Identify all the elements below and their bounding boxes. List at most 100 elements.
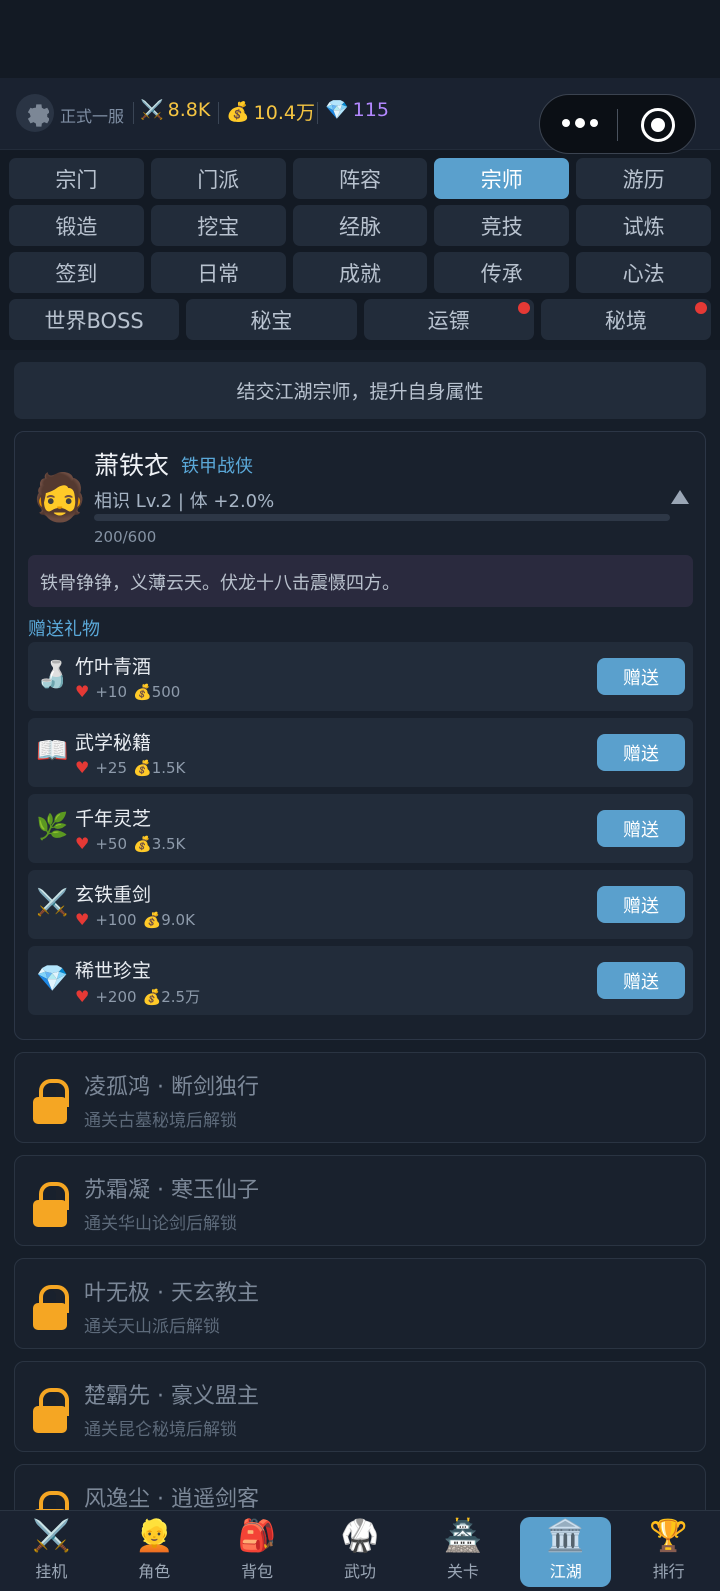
locked-master-card[interactable]: 苏霜凝 · 寒玉仙子 通关华山论剑后解锁 [14, 1155, 706, 1246]
tab-daily[interactable]: 日常 [150, 252, 286, 293]
gift-name: 竹叶青酒 [75, 656, 152, 678]
tab-inheritance[interactable]: 传承 [434, 252, 570, 293]
money-bag-icon: 💰 [142, 910, 162, 929]
gift-send-button[interactable]: 赠送 [597, 962, 685, 999]
tab-school[interactable]: 门派 [150, 158, 286, 199]
notification-dot [695, 302, 707, 314]
nav-ranking[interactable]: 🏆 排行 [617, 1511, 720, 1591]
tab-meridians[interactable]: 经脉 [292, 205, 428, 246]
miniprogram-capsule [539, 94, 696, 154]
collapse-caret-icon[interactable] [671, 490, 689, 504]
tab-dig-treasure[interactable]: 挖宝 [150, 205, 286, 246]
tab-achievements[interactable]: 成就 [292, 252, 428, 293]
nav-character[interactable]: 👱 角色 [103, 1511, 206, 1591]
gift-favor: +50 [95, 834, 127, 853]
nav-idle[interactable]: ⚔️ 挂机 [0, 1511, 103, 1591]
gift-cost: 2.5万 [161, 988, 201, 1006]
divider [317, 102, 318, 124]
tab-escort-label: 运镖 [427, 308, 470, 333]
nav-backpack[interactable]: 🎒 背包 [206, 1511, 309, 1591]
money-bag-icon: 💰 [133, 758, 152, 777]
gift-item: 📖 武学秘籍 ♥ +25 💰 1.5K 赠送 [28, 718, 693, 787]
unlock-condition: 通关古墓秘境后解锁 [84, 1111, 237, 1131]
tab-world-boss[interactable]: 世界BOSS [9, 299, 180, 340]
money-bag-icon: 💰 [226, 101, 250, 123]
gift-send-button[interactable]: 赠送 [597, 886, 685, 923]
crossed-swords-icon: ⚔️ [32, 1517, 71, 1554]
tab-trial[interactable]: 试炼 [576, 205, 711, 246]
master-level: 相识 Lv.2 | 体 +2.0% [94, 491, 275, 512]
locked-master-name: 凌孤鸿 · 断剑独行 [84, 1075, 259, 1100]
heart-icon: ♥ [75, 682, 90, 701]
nav-label: 角色 [138, 1561, 171, 1581]
nav-label: 排行 [652, 1561, 685, 1581]
notification-dot [517, 302, 530, 314]
herb-icon: 🌿 [36, 812, 69, 842]
tab-travel[interactable]: 游历 [576, 158, 711, 199]
heart-icon: ♥ [75, 834, 90, 853]
crossed-swords-icon: ⚔️ [36, 888, 69, 918]
heart-icon: ♥ [75, 758, 90, 777]
gift-stats: ♥ +10 💰 500 [75, 682, 180, 701]
tab-secret-treasure[interactable]: 秘宝 [186, 299, 357, 340]
bottom-nav: ⚔️ 挂机 👱 角色 🎒 背包 🥋 武功 🏯 关卡 🏛️ 江湖 🏆 排行 [0, 1510, 720, 1591]
nav-label: 背包 [241, 1561, 274, 1581]
tab-row-1: 宗门 门派 阵容 宗师 游历 [9, 158, 711, 199]
master-title: 铁甲战侠 [181, 456, 253, 477]
tab-arena[interactable]: 竞技 [434, 205, 570, 246]
tab-grandmaster[interactable]: 宗师 [434, 158, 570, 199]
tab-row-3: 签到 日常 成就 传承 心法 [9, 252, 711, 293]
gift-favor: +25 [95, 758, 127, 777]
gift-section-heading: 赠送礼物 [28, 619, 100, 640]
info-banner: 结交江湖宗师，提升自身属性 [14, 362, 706, 419]
locked-master-card[interactable]: 叶无极 · 天玄教主 通关天山派后解锁 [14, 1258, 706, 1349]
unlock-condition: 通关天山派后解锁 [84, 1317, 220, 1337]
nav-stages[interactable]: 🏯 关卡 [411, 1511, 514, 1591]
gift-name: 玄铁重剑 [75, 884, 152, 906]
lock-icon [33, 1079, 69, 1124]
gift-stats: ♥ +100 💰 9.0K [75, 910, 195, 929]
nav-martial-arts[interactable]: 🥋 武功 [309, 1511, 412, 1591]
tab-secret-realm[interactable]: 秘境 [540, 299, 711, 340]
tab-row-4: 世界BOSS 秘宝 运镖 秘境 [9, 299, 711, 340]
tab-mind-method[interactable]: 心法 [576, 252, 711, 293]
gift-send-button[interactable]: 赠送 [597, 810, 685, 847]
gift-favor: +100 [95, 910, 137, 929]
gift-item: 💎 稀世珍宝 ♥ +200 💰 2.5万 赠送 [28, 946, 693, 1015]
money-bag-icon: 💰 [133, 834, 152, 853]
settings-gear-icon[interactable] [16, 94, 54, 132]
tab-sect[interactable]: 宗门 [9, 158, 144, 199]
nav-jianghu[interactable]: 🏛️ 江湖 [514, 1511, 617, 1591]
gift-send-button[interactable]: 赠送 [597, 734, 685, 771]
gift-stats: ♥ +200 💰 2.5万 [75, 986, 200, 1007]
locked-master-card[interactable]: 楚霸先 · 豪义盟主 通关昆仑秘境后解锁 [14, 1361, 706, 1452]
backpack-icon: 🎒 [237, 1517, 277, 1554]
tab-escort[interactable]: 运镖 [363, 299, 534, 340]
master-quote: 铁骨铮铮，义薄云天。伏龙十八击震慑四方。 [28, 555, 693, 607]
locked-master-name: 苏霜凝 · 寒玉仙子 [84, 1178, 259, 1203]
heart-icon: ♥ [75, 987, 90, 1006]
gift-item: ⚔️ 玄铁重剑 ♥ +100 💰 9.0K 赠送 [28, 870, 693, 939]
gem-balance: 💎 115 [325, 98, 389, 122]
locked-master-card[interactable]: 凌孤鸿 · 断剑独行 通关古墓秘境后解锁 [14, 1052, 706, 1143]
lock-icon [33, 1182, 69, 1227]
gift-name: 稀世珍宝 [75, 960, 152, 982]
tab-forge[interactable]: 锻造 [9, 205, 144, 246]
tab-lineup[interactable]: 阵容 [292, 158, 428, 199]
more-options-icon[interactable] [562, 118, 598, 128]
master-avatar-icon: 🧔 [31, 470, 89, 524]
gift-stats: ♥ +50 💰 3.5K [75, 834, 185, 853]
gift-favor: +200 [95, 987, 137, 1006]
lock-icon [33, 1285, 69, 1330]
locked-master-name: 风逸尘 · 逍遥剑客 [84, 1487, 259, 1512]
server-name: 正式一服 [60, 107, 125, 126]
gift-cost: 9.0K [161, 910, 195, 929]
close-target-icon[interactable] [641, 108, 675, 142]
gem-value: 115 [352, 98, 389, 121]
tab-signin[interactable]: 签到 [9, 252, 144, 293]
sake-bottle-icon: 🍶 [36, 660, 69, 690]
gift-name: 千年灵芝 [75, 808, 152, 830]
nav-label: 江湖 [549, 1561, 582, 1581]
gift-cost: 500 [151, 682, 181, 701]
gift-send-button[interactable]: 赠送 [597, 658, 685, 695]
